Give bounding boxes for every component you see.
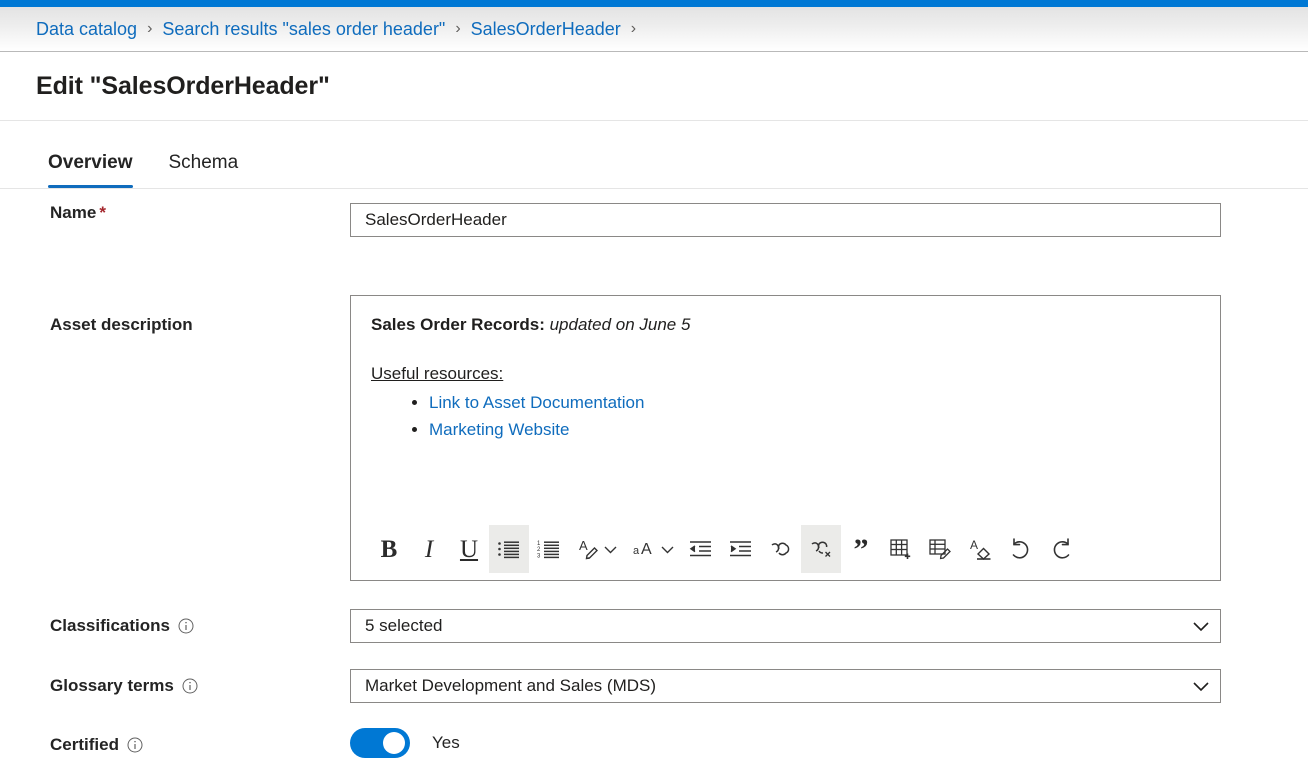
chevron-down-icon xyxy=(604,546,616,553)
name-input-value: SalesOrderHeader xyxy=(365,210,507,229)
form-row-glossary-terms: Glossary terms Market Development and Sa… xyxy=(50,669,1308,703)
certified-toggle[interactable] xyxy=(350,728,410,758)
svg-text:A: A xyxy=(970,538,978,552)
breadcrumb-item-sales-order-header[interactable]: SalesOrderHeader xyxy=(471,19,621,39)
page-title-bar: Edit "SalesOrderHeader" xyxy=(0,52,1308,121)
certified-field-cell: Yes xyxy=(350,728,1308,758)
insert-table-icon[interactable] xyxy=(881,525,921,573)
list-item: Marketing Website xyxy=(429,419,1200,442)
glossary-terms-value: Market Development and Sales (MDS) xyxy=(365,676,657,695)
breadcrumb-item-search-results[interactable]: Search results "sales order header" xyxy=(162,19,445,39)
classifications-dropdown[interactable]: 5 selected xyxy=(350,609,1221,643)
glossary-terms-label-cell: Glossary terms xyxy=(50,669,350,703)
bold-icon[interactable]: B xyxy=(369,525,409,573)
form-row-classifications: Classifications 5 selected xyxy=(50,609,1308,643)
rich-text-editor[interactable]: Sales Order Records: updated on June 5 U… xyxy=(350,295,1221,581)
name-field-cell: SalesOrderHeader xyxy=(350,203,1308,237)
description-lead-bold: Sales Order Records: xyxy=(371,315,545,334)
svg-text:a: a xyxy=(633,545,640,557)
bulleted-list-icon[interactable] xyxy=(489,525,529,573)
underline-icon[interactable]: U xyxy=(449,525,489,573)
font-size-icon[interactable]: a A xyxy=(625,525,681,573)
info-icon[interactable] xyxy=(178,618,194,634)
glossary-terms-label: Glossary terms xyxy=(50,676,174,695)
chevron-down-icon xyxy=(661,546,673,553)
chevron-down-icon xyxy=(1192,620,1210,632)
breadcrumb-separator-icon: › xyxy=(147,20,153,37)
svg-text:A: A xyxy=(641,541,652,558)
tab-schema[interactable]: Schema xyxy=(169,152,239,188)
description-blank-line xyxy=(371,337,1200,363)
italic-icon[interactable]: I xyxy=(409,525,449,573)
asset-description-label-cell: Asset description xyxy=(50,295,350,355)
edit-asset-form: Name * SalesOrderHeader Asset description… xyxy=(0,189,1308,762)
name-label-cell: Name * xyxy=(50,203,350,223)
insert-link-icon[interactable] xyxy=(761,525,801,573)
breadcrumb: Data catalog › Search results "sales ord… xyxy=(0,7,1308,52)
quote-glyph: ” xyxy=(853,532,869,566)
form-row-asset-description: Asset description Sales Order Records: u… xyxy=(50,295,1308,581)
chevron-down-icon xyxy=(1192,680,1210,692)
classifications-value: 5 selected xyxy=(365,616,443,635)
edit-table-icon[interactable] xyxy=(921,525,961,573)
rich-text-toolbar: B I U 1 2 3 A a A ” A xyxy=(351,518,1220,580)
breadcrumb-item-data-catalog[interactable]: Data catalog xyxy=(36,19,137,39)
description-lead-line: Sales Order Records: updated on June 5 xyxy=(371,314,1200,337)
form-row-name: Name * SalesOrderHeader xyxy=(50,203,1308,269)
tab-list: Overview Schema xyxy=(0,121,1308,189)
glossary-terms-dropdown[interactable]: Market Development and Sales (MDS) xyxy=(350,669,1221,703)
form-row-certified: Certified Yes xyxy=(50,728,1308,762)
increase-indent-icon[interactable] xyxy=(721,525,761,573)
svg-text:3: 3 xyxy=(537,554,541,560)
classifications-label: Classifications xyxy=(50,616,170,635)
toggle-knob xyxy=(383,732,405,754)
bold-glyph: B xyxy=(380,535,398,563)
certified-label-cell: Certified xyxy=(50,728,350,762)
breadcrumb-separator-icon: › xyxy=(455,20,461,37)
top-accent-bar xyxy=(0,0,1308,7)
font-color-icon[interactable]: A xyxy=(569,525,625,573)
description-section-heading: Useful resources: xyxy=(371,363,504,383)
clear-formatting-icon[interactable]: A xyxy=(961,525,1001,573)
page-title: Edit "SalesOrderHeader" xyxy=(36,71,330,100)
classifications-field-cell: 5 selected xyxy=(350,609,1308,643)
remove-link-icon[interactable] xyxy=(801,525,841,573)
description-link-asset-documentation[interactable]: Link to Asset Documentation xyxy=(429,393,644,412)
numbered-list-icon[interactable]: 1 2 3 xyxy=(529,525,569,573)
glossary-terms-field-cell: Market Development and Sales (MDS) xyxy=(350,669,1308,703)
svg-text:A: A xyxy=(579,538,588,553)
asset-description-label: Asset description xyxy=(50,315,193,334)
certified-label: Certified xyxy=(50,735,119,754)
info-icon[interactable] xyxy=(182,678,198,694)
name-input[interactable]: SalesOrderHeader xyxy=(350,203,1221,237)
redo-icon[interactable] xyxy=(1041,525,1081,573)
description-lead-italic: updated on June 5 xyxy=(544,315,691,334)
undo-icon[interactable] xyxy=(1001,525,1041,573)
description-link-list: Link to Asset Documentation Marketing We… xyxy=(371,392,1200,442)
classifications-label-cell: Classifications xyxy=(50,609,350,643)
asset-description-field-cell: Sales Order Records: updated on June 5 U… xyxy=(350,295,1308,581)
rich-text-editor-content[interactable]: Sales Order Records: updated on June 5 U… xyxy=(351,296,1220,518)
tab-overview[interactable]: Overview xyxy=(48,152,133,188)
decrease-indent-icon[interactable] xyxy=(681,525,721,573)
italic-glyph: I xyxy=(424,535,434,563)
quote-icon[interactable]: ” xyxy=(841,525,881,573)
required-asterisk-icon: * xyxy=(99,203,106,222)
svg-text:2: 2 xyxy=(537,547,541,553)
underline-glyph: U xyxy=(459,535,479,563)
description-section-heading-line: Useful resources: xyxy=(371,363,1200,386)
info-icon[interactable] xyxy=(127,737,143,753)
certified-toggle-label: Yes xyxy=(432,733,460,752)
list-item: Link to Asset Documentation xyxy=(429,392,1200,415)
breadcrumb-separator-icon: › xyxy=(630,20,637,37)
description-link-marketing-website[interactable]: Marketing Website xyxy=(429,420,569,439)
name-label: Name xyxy=(50,203,97,222)
